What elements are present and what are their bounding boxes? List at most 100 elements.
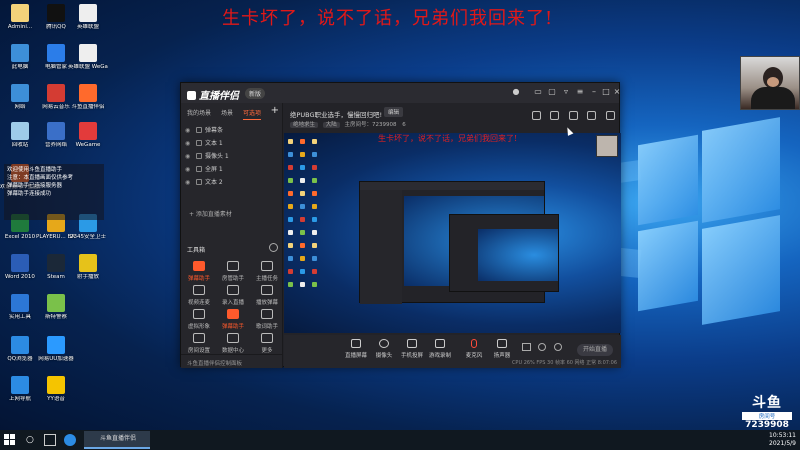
game-capture-button[interactable]: 游戏录制 (426, 339, 454, 359)
desktop-icon-label: 斗鱼直播伴侣 (71, 104, 105, 110)
desktop-icon-label: 实用工具 (8, 314, 31, 320)
tool-button[interactable]: 视频连麦 (183, 285, 215, 306)
preview-mini-icon (288, 191, 293, 196)
visibility-icon[interactable]: ◉ (185, 166, 193, 173)
version-badge[interactable]: 新版 (245, 88, 266, 99)
preview-mini-icon (300, 152, 305, 157)
visibility-icon[interactable]: ◉ (185, 127, 193, 134)
avatar-icon[interactable]: ● (511, 87, 521, 97)
tool-button[interactable]: 房管助手 (217, 261, 249, 282)
visibility-icon[interactable]: ◉ (185, 179, 193, 186)
edit-title-button[interactable]: 编辑 (384, 107, 404, 117)
livestream-app-window[interactable]: 直播伴侣 新版 ● ▭ ▢ ▿ ≡ – □ × 我的场景 场景 可选项 + ◉ 弹… (180, 82, 622, 368)
desktop-icon[interactable]: 斗鱼直播伴侣 (68, 84, 108, 111)
desktop-icon-label: 射手播放 (76, 274, 99, 280)
desktop-icon[interactable]: 斯特警察 (36, 294, 76, 321)
desktop-icon[interactable]: 英雄联盟 (68, 4, 108, 31)
preview-mini-icon (312, 165, 317, 170)
main-panel: 绝PUBG职业选手，慢慢回归吧! 编辑 绝地求生 大陆 主房间号：7239908… (284, 103, 621, 368)
message-icon[interactable]: ▭ (533, 87, 543, 97)
eye-icon[interactable] (538, 343, 546, 351)
screen-capture-button[interactable]: 直播屏幕 (342, 339, 370, 359)
maximize-icon[interactable]: □ (601, 87, 611, 97)
record-icon[interactable] (522, 343, 531, 351)
scene-item[interactable]: ◉ 全屏 1 (185, 164, 279, 176)
start-button[interactable] (4, 434, 16, 446)
scene-item[interactable]: ◉ 弹幕条 (185, 125, 279, 137)
app-icon (11, 4, 29, 22)
desktop-icon[interactable]: 此电脑 (0, 44, 40, 71)
desktop-icon[interactable]: 网易UU加速器 (36, 336, 76, 363)
bell-icon[interactable] (587, 111, 597, 120)
task-view-icon[interactable] (44, 434, 56, 446)
scene-item[interactable]: ◉ 摄像头 1 (185, 151, 279, 163)
share-screen-icon[interactable] (568, 111, 578, 120)
tool-icon (261, 333, 273, 343)
start-stream-button[interactable]: 开始直播 (577, 344, 613, 356)
tool-button[interactable]: 歌词助手 (251, 309, 283, 330)
share-icon[interactable] (606, 111, 615, 120)
taskbar-app-douyu[interactable]: 斗鱼直播伴侣 (84, 431, 150, 449)
desktop-icon[interactable]: 英雄联盟 WeGame版 (68, 44, 108, 71)
menu-icon[interactable]: ≡ (575, 87, 585, 97)
minimize-icon[interactable]: – (589, 87, 599, 97)
tool-button[interactable]: 录入直播 (217, 285, 249, 306)
gift-icon[interactable]: ▢ (547, 87, 557, 97)
tool-button[interactable]: 主播任务 (251, 261, 283, 282)
visibility-icon[interactable]: ◉ (185, 153, 193, 160)
desktop-icon[interactable]: 回收站 (0, 122, 40, 149)
tool-button[interactable]: 播放弹幕 (251, 285, 283, 306)
tool-label: 录入直播 (221, 300, 244, 306)
microphone-button[interactable]: 麦克风 (460, 339, 488, 359)
tool-button[interactable]: 虚拟形象 (183, 309, 215, 330)
desktop-icon[interactable]: 上网导航 (0, 376, 40, 403)
tab-my-scenes[interactable]: 我的场景 (187, 108, 211, 117)
tool-button[interactable]: 更多 (251, 333, 283, 354)
desktop-icon[interactable]: Word 2010 (0, 254, 40, 281)
desktop-icon[interactable]: QQ浏览器 (0, 336, 40, 363)
visibility-icon[interactable]: ◉ (185, 140, 193, 147)
gift-box-icon[interactable] (531, 111, 541, 120)
desktop-icon[interactable]: Admini... (0, 4, 40, 31)
region-chip[interactable]: 大陆 (322, 122, 340, 128)
shirt-icon[interactable]: ▿ (561, 87, 571, 97)
tool-button[interactable]: 房间设置 (183, 333, 215, 354)
close-icon[interactable]: × (612, 87, 622, 97)
room-title[interactable]: 绝PUBG职业选手，慢慢回归吧! (290, 109, 382, 119)
desktop-icon[interactable]: 实用工具 (0, 294, 40, 321)
add-source-button[interactable]: + 添加直播素材 (189, 209, 232, 218)
desktop-icon[interactable]: YY语音 (36, 376, 76, 403)
scene-item[interactable]: ◉ 文本 2 (185, 177, 279, 189)
tool-button[interactable]: 弹幕助手 (217, 309, 249, 330)
tool-button[interactable]: 弹幕助手 (183, 261, 215, 282)
douyu-watermark: 斗鱼 房间号 7239908 (742, 392, 792, 430)
stream-preview[interactable]: 生卡坏了，说不了话，兄弟们我回来了! (284, 133, 621, 333)
tab-options[interactable]: 可选项 (243, 108, 262, 120)
source-icon (196, 179, 202, 185)
scene-item[interactable]: ◉ 文本 1 (185, 138, 279, 150)
desktop-icon[interactable]: WeGame (68, 122, 108, 149)
tab-scenes[interactable]: 场景 (221, 108, 233, 117)
tool-button[interactable]: 数据中心 (217, 333, 249, 354)
notification-popup: 欢迎使用斗鱼直播助手 注意：本直播画面仅供参考 弹幕助手已连接服务器 弹幕助手连… (4, 164, 104, 220)
speaker-button[interactable]: 扬声器 (488, 339, 516, 359)
scene-label: 全屏 1 (205, 166, 223, 173)
settings-icon[interactable] (554, 343, 562, 351)
source-icon (196, 153, 202, 159)
desktop-icon[interactable]: 射手播放 (68, 254, 108, 281)
search-icon[interactable]: ○ (26, 434, 38, 446)
system-tray[interactable]: 10:53:11 2021/5/9 (769, 432, 796, 448)
app-icon (11, 376, 29, 394)
preview-mini-icon (312, 204, 317, 209)
phone-cast-button[interactable]: 手机投屏 (398, 339, 426, 359)
category-chip[interactable]: 绝地求生 (290, 122, 319, 128)
browser-icon[interactable] (64, 434, 76, 446)
add-tab-button[interactable]: + (271, 105, 279, 116)
camera-button[interactable]: 摄像头 (370, 339, 398, 359)
desktop-icon-label: 回收站 (11, 142, 29, 148)
app-titlebar[interactable]: 直播伴侣 新版 ● ▭ ▢ ▿ ≡ – □ × (181, 83, 622, 103)
tools-settings-icon[interactable] (269, 243, 278, 252)
douyu-logo: 斗鱼 (752, 395, 782, 411)
lock-icon[interactable] (550, 111, 560, 120)
desktop-icon[interactable]: 网络 (0, 84, 40, 111)
